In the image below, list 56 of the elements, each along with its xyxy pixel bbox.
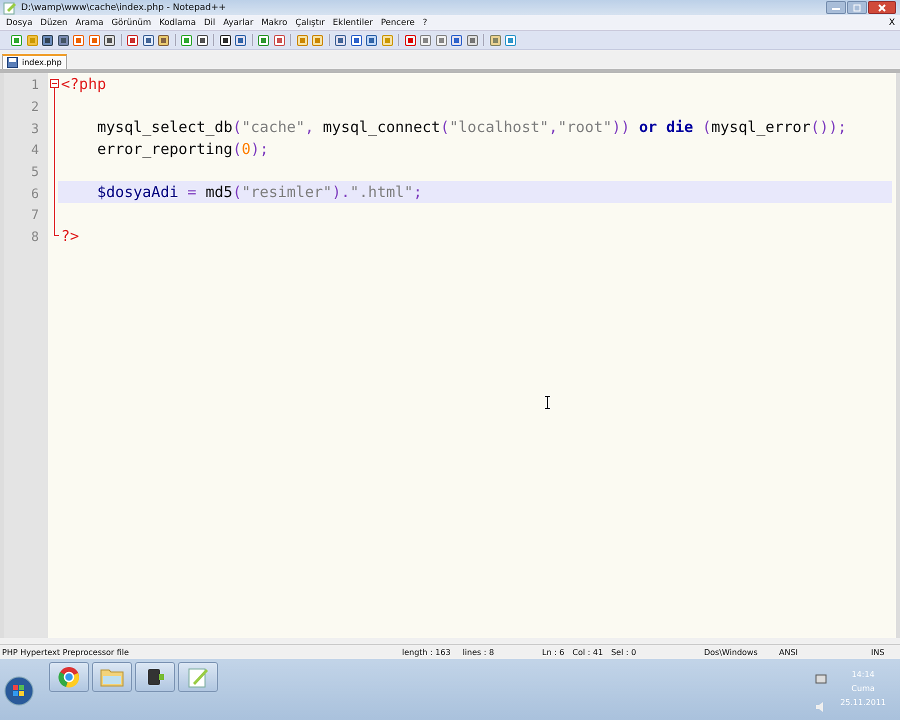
cursor-line: Ln : 6 [542, 648, 564, 656]
fold-end-mark [54, 224, 59, 236]
menu-item[interactable]: Görünüm [107, 18, 156, 28]
selection-count: Sel : 0 [611, 648, 636, 656]
close-button[interactable] [868, 1, 896, 14]
line-ending: Dos\Windows [704, 648, 759, 656]
minimize-button[interactable] [826, 1, 846, 14]
circle-logo-icon [58, 666, 80, 688]
line-number: 3 [31, 122, 39, 137]
menu-item[interactable]: Çalıştır [291, 18, 329, 28]
clock-time: 14:14 [852, 670, 875, 679]
text-cursor-icon [544, 396, 551, 409]
menu-item[interactable]: Düzen [36, 18, 72, 28]
code-line: error_reporting(0); [96, 140, 269, 158]
line-number: 5 [31, 165, 39, 180]
code-editor[interactable]: 1 <?php 2 3 mysql_select_db("cache", mysql_connect("localhost","root")) or die (mysql_error()); 4 error_reporting(0); 5 6 $dosyaAdi = md5("resimler").".html"; 7 8 ?> [0, 73, 900, 638]
code-line: ?> [61, 226, 80, 245]
clock-date: 25.11.2011 [840, 698, 886, 707]
line-number: 8 [31, 230, 39, 246]
menu-item[interactable]: Makro [257, 18, 292, 28]
notepad-app-icon [3, 0, 17, 14]
taskbar-app-button[interactable] [135, 662, 175, 692]
line-number: 2 [31, 100, 39, 116]
camera-icon [145, 666, 165, 688]
restore-icon [852, 4, 862, 12]
window-title: D:\wamp\www\cache\index.php - Notepad++ [21, 2, 226, 12]
line-number: 6 [31, 186, 39, 202]
line-number: 1 [31, 78, 39, 94]
code-line: <?php [61, 74, 106, 93]
line-number: 7 [31, 208, 39, 224]
cursor-column: Col : 41 [572, 648, 604, 656]
menu-item[interactable]: Dil [200, 18, 220, 28]
menu-item[interactable]: Dosya [2, 18, 36, 28]
line-count: lines : 8 [462, 648, 494, 656]
menu-item[interactable]: Pencere [376, 18, 419, 28]
menu-item[interactable]: Arama [71, 18, 108, 28]
menu-item[interactable]: ? [418, 18, 432, 28]
restore-button[interactable] [847, 1, 867, 14]
close-icon [877, 4, 887, 12]
document-tab[interactable]: index.php [2, 54, 67, 69]
code-line: mysql_select_db("cache", mysql_connect("localhost","root")) or die (mysql_error()); [96, 118, 847, 136]
code-line: $dosyaAdi = md5("resimler").".html"; [96, 183, 422, 202]
length-count: length : 163 [402, 648, 451, 656]
notepad-app-icon [187, 666, 209, 688]
menu-item[interactable]: Kodlama [155, 18, 200, 28]
line-number: 4 [31, 143, 39, 158]
file-type: PHP Hypertext Preprocessor file [1, 648, 130, 656]
start-button[interactable] [4, 676, 34, 706]
close-document-button[interactable]: X [888, 18, 895, 28]
menu-item[interactable]: Eklentiler [328, 18, 377, 28]
taskbar-app-button[interactable] [49, 662, 89, 692]
clock-day: Cuma [851, 684, 875, 693]
encoding: ANSI [779, 648, 799, 656]
folder-icon [100, 667, 124, 687]
insert-mode: INS [870, 648, 884, 656]
menu-item[interactable]: Ayarlar [219, 18, 258, 28]
